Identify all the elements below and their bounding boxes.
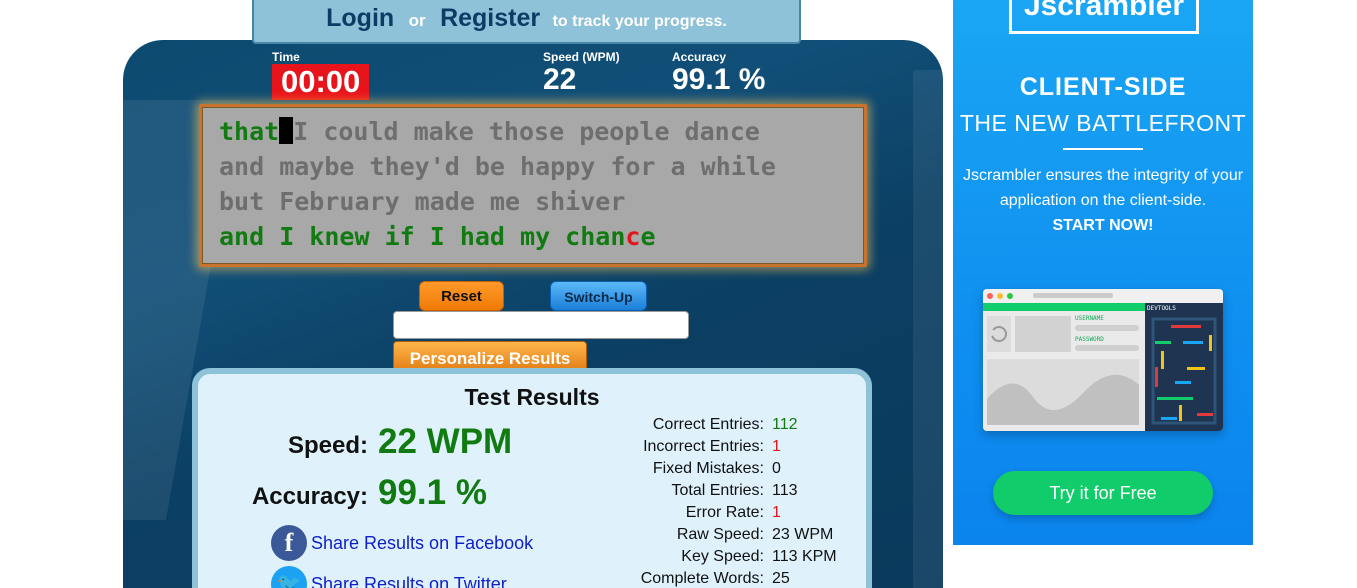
result-stat-row: Key Speed: 113 KPM	[598, 546, 837, 568]
result-stat-row: Error Rate: 1	[598, 502, 837, 524]
result-stat-value: 1	[772, 504, 781, 521]
text-cursor	[279, 117, 294, 144]
share-twitter-label: Share Results on Twitter	[311, 573, 507, 588]
share-twitter-link[interactable]: 🐦 Share Results on Twitter	[271, 566, 507, 588]
result-stats-list: Correct Entries: 112 Incorrect Entries: 1 Fi…	[598, 414, 837, 588]
typed-text: e	[640, 222, 656, 251]
login-bar: Login or Register to track your progress…	[252, 0, 801, 44]
svg-text:PASSWORD: PASSWORD	[1075, 336, 1104, 343]
browser-mockup-icon: USERNAME PASSWORD DEVTOOLS	[983, 289, 1223, 431]
test-results-panel: Test Results Speed: 22 WPM Accuracy: 99.…	[192, 368, 872, 588]
result-stat-row: Correct Entries: 112	[598, 414, 837, 436]
text-line-4: and I knew if I had my chance	[219, 219, 863, 254]
result-stat-label: Error Rate:	[685, 504, 764, 521]
time-stat: Time 00:00	[272, 50, 370, 100]
advertisement[interactable]: Jscrambler CLIENT-SIDE THE NEW BATTLEFRO…	[953, 0, 1253, 545]
text-line-2: and maybe they'd be happy for a while	[219, 152, 776, 181]
result-stat-label: Fixed Mistakes:	[652, 460, 764, 477]
result-accuracy-value: 99.1 %	[378, 473, 487, 512]
results-title: Test Results	[464, 384, 600, 410]
register-link[interactable]: Register	[440, 4, 540, 32]
page: Login or Register to track your progress…	[0, 0, 1357, 588]
result-stat-label: Raw Speed:	[676, 526, 764, 543]
typed-text: and I knew if I had my chan	[219, 222, 626, 251]
result-accuracy-label: Accuracy:	[251, 483, 368, 510]
result-stat-label: Correct Entries:	[652, 416, 764, 433]
result-speed: Speed: 22 WPM	[198, 422, 512, 462]
accuracy-value: 99.1 %	[672, 63, 766, 96]
typing-input[interactable]	[393, 311, 689, 339]
result-stat-label: Incorrect Entries:	[643, 438, 764, 455]
switch-up-button[interactable]: Switch-Up	[550, 281, 647, 311]
speed-label: Speed (WPM)	[543, 50, 620, 64]
text-line-1: that I could make those people dance	[219, 114, 863, 149]
ad-subheadline: THE NEW BATTLEFRONT	[959, 110, 1247, 136]
login-link[interactable]: Login	[326, 4, 394, 32]
result-stat-value: 23 WPM	[772, 526, 834, 543]
accuracy-label: Accuracy	[672, 50, 727, 64]
reset-button[interactable]: Reset	[419, 281, 504, 311]
share-facebook-label: Share Results on Facebook	[311, 532, 534, 553]
result-speed-value: 22 WPM	[378, 422, 513, 461]
time-value: 00:00	[272, 64, 370, 100]
twitter-icon: 🐦	[271, 566, 307, 588]
ad-illustration: USERNAME PASSWORD DEVTOOLS	[983, 289, 1223, 431]
typing-text-box[interactable]: that I could make those people dance and …	[199, 104, 867, 267]
result-stat-value: 1	[772, 438, 781, 455]
facebook-icon: f	[271, 525, 307, 561]
svg-text:DEVTOOLS: DEVTOOLS	[1147, 305, 1176, 312]
ad-body-text: Jscrambler ensures the integrity of your…	[962, 167, 1244, 209]
svg-text:USERNAME: USERNAME	[1075, 315, 1104, 322]
time-label: Time	[272, 50, 300, 64]
ad-headline: CLIENT-SIDE	[1019, 73, 1187, 101]
result-accuracy: Accuracy: 99.1 %	[198, 473, 487, 513]
result-stat-row: Raw Speed: 23 WPM	[598, 524, 837, 546]
result-stat-row: Total Entries: 113	[598, 480, 837, 502]
ad-body: Jscrambler ensures the integrity of your…	[961, 163, 1245, 238]
error-char: c	[625, 222, 641, 251]
accuracy-stat: Accuracy 99.1 %	[672, 50, 765, 96]
result-stat-value: 25	[772, 570, 790, 587]
result-stat-row: Incorrect Entries: 1	[598, 436, 837, 458]
result-stat-row: Complete Words: 25	[598, 568, 837, 588]
speed-stat: Speed (WPM) 22	[543, 50, 620, 96]
text-line-3: but February made me shiver	[219, 187, 626, 216]
result-stat-value: 113 KPM	[772, 548, 837, 565]
ad-brand-logo: Jscrambler	[1009, 0, 1199, 34]
result-stat-row: Fixed Mistakes: 0	[598, 458, 837, 480]
or-text: or	[408, 11, 426, 30]
untyped-text: I could make those people dance	[293, 117, 760, 146]
result-stat-label: Key Speed:	[681, 548, 764, 565]
share-facebook-link[interactable]: f Share Results on Facebook	[271, 525, 533, 561]
result-stat-value: 0	[772, 460, 781, 477]
login-suffix: to track your progress.	[552, 13, 727, 30]
ad-start-now: START NOW!	[1052, 217, 1154, 234]
typed-text: that	[219, 117, 280, 146]
ad-divider	[1063, 148, 1143, 150]
speed-value: 22	[543, 63, 577, 96]
try-free-button[interactable]: Try it for Free	[993, 471, 1213, 515]
result-speed-label: Speed:	[287, 432, 368, 459]
result-stat-value: 112	[772, 416, 798, 433]
result-stat-label: Total Entries:	[671, 482, 764, 499]
result-stat-value: 113	[772, 482, 798, 499]
result-stat-label: Complete Words:	[640, 570, 764, 587]
typing-text-area: that I could make those people dance and …	[202, 107, 864, 264]
